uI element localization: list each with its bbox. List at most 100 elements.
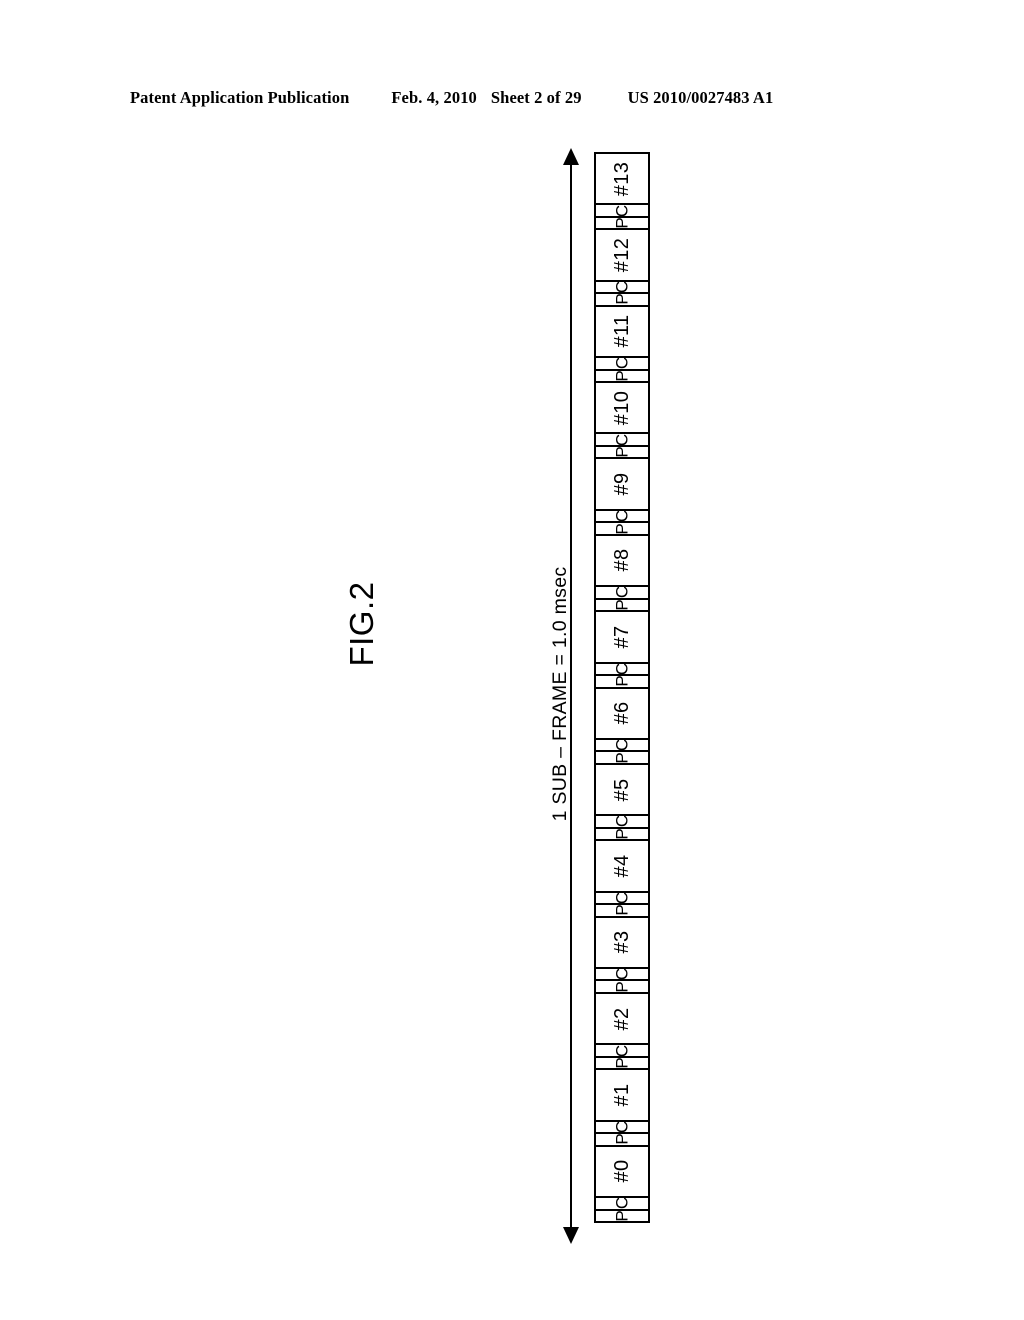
slot-p-label: P xyxy=(612,981,632,992)
slot-c-label: C xyxy=(612,739,632,751)
slot-p-field: P xyxy=(596,1208,648,1222)
slot-label: #11 xyxy=(611,314,633,348)
slot-p-label: P xyxy=(612,675,632,687)
header-sheet-number: Sheet 2 of 29 xyxy=(490,88,582,107)
slot-c-label: C xyxy=(612,816,632,827)
figure-label: FIG.2 xyxy=(343,581,380,667)
slot-c-field: C xyxy=(596,816,648,827)
slot-label: #12 xyxy=(611,237,633,273)
slot-control-pilot-cell: CP xyxy=(596,432,648,457)
slot-body: #7 xyxy=(596,612,648,661)
slot-group: #9 C P xyxy=(596,457,648,534)
slot-p-field: P xyxy=(596,444,648,458)
slot-p-label: P xyxy=(612,599,632,611)
slot-control-pilot-cell: CP xyxy=(596,661,648,687)
slot-control-pilot-cell: CP xyxy=(596,356,648,381)
slot-c-field: C xyxy=(596,511,648,522)
slot-c-label: C xyxy=(612,587,632,598)
slot-c-field: C xyxy=(596,893,648,904)
slot-label: #10 xyxy=(611,390,633,426)
slot-control-pilot-cell: CP xyxy=(596,279,648,305)
slot-label: #6 xyxy=(611,701,633,725)
header-date: Feb. 4, 2010 xyxy=(391,88,477,107)
slot-body: #5 xyxy=(596,765,648,814)
slot-p-label: P xyxy=(612,522,632,534)
slot-p-label: P xyxy=(612,1057,632,1069)
slot-control-pilot-cell: CP xyxy=(596,737,648,763)
slot-control-pilot-cell: CP xyxy=(596,966,648,992)
slot-body: #6 xyxy=(596,689,648,738)
slot-p-label: P xyxy=(612,446,632,458)
slot-c-field: C xyxy=(596,1198,648,1209)
slot-body: #8 xyxy=(596,536,648,585)
slot-group: #5 C P xyxy=(596,762,648,839)
slot-p-field: P xyxy=(596,1132,648,1145)
slot-control-pilot-cell: CP xyxy=(596,1119,648,1145)
slot-group: #2 C P xyxy=(596,991,648,1069)
slot-control-pilot-cell: CP xyxy=(596,814,648,839)
slot-group: #6 C P xyxy=(596,686,648,763)
slot-p-field: P xyxy=(596,674,648,687)
slot-control-pilot-cell: CP xyxy=(596,508,648,534)
slot-group: #4 C P xyxy=(596,839,648,916)
slot-p-field: P xyxy=(596,903,648,916)
slot-c-label: C xyxy=(612,205,632,216)
slot-c-field: C xyxy=(596,1045,648,1056)
slot-body: #12 xyxy=(596,230,648,279)
slot-body: #13 xyxy=(596,154,648,203)
slot-group: #12 C P xyxy=(596,228,648,305)
slot-label: #0 xyxy=(611,1159,633,1183)
slot-group: #1 C P xyxy=(596,1068,648,1145)
slot-p-field: P xyxy=(596,1055,648,1069)
slot-c-label: C xyxy=(612,1045,632,1056)
slot-control-pilot-cell: CP xyxy=(596,890,648,916)
slot-label: #5 xyxy=(611,778,633,802)
slot-label: #9 xyxy=(611,472,633,496)
slot-body: #10 xyxy=(596,383,648,432)
slot-p-field: P xyxy=(596,368,648,382)
slot-p-label: P xyxy=(612,370,632,382)
slot-c-field: C xyxy=(596,664,648,675)
slot-c-label: C xyxy=(612,358,632,369)
slot-group: #7 C P xyxy=(596,610,648,687)
arrow-head-down-icon xyxy=(563,1227,579,1244)
slot-c-field: C xyxy=(596,358,648,369)
slot-p-label: P xyxy=(612,904,632,916)
slot-p-label: P xyxy=(612,1210,632,1222)
slot-c-field: C xyxy=(596,740,648,751)
slot-p-field: P xyxy=(596,597,648,611)
slot-c-label: C xyxy=(612,663,632,675)
subframe-span-arrow-icon xyxy=(562,148,580,1244)
slot-p-label: P xyxy=(612,751,632,763)
slot-c-label: C xyxy=(612,1121,632,1133)
slot-group: #10 C P xyxy=(596,381,648,457)
slot-c-label: C xyxy=(612,968,632,980)
slot-c-label: C xyxy=(612,281,632,293)
slot-group: #8 C P xyxy=(596,533,648,611)
slot-label: #8 xyxy=(611,548,633,572)
arrow-shaft xyxy=(570,156,572,1236)
slot-group: #3 C P xyxy=(596,915,648,992)
page-header: Patent Application Publication Feb. 4, 2… xyxy=(130,88,890,110)
slot-group: #13 C P xyxy=(596,154,648,228)
subframe-slot-column: #13 C P #12 C P #11 C P #10 C P #9 C P #8 C P #7 C P #6 C P #5 C P… xyxy=(594,152,650,1223)
header-publication-title: Patent Application Publication xyxy=(130,88,350,107)
slot-group: #11 C P xyxy=(596,304,648,381)
slot-body: #4 xyxy=(596,841,648,890)
slot-p-field: P xyxy=(596,979,648,992)
slot-c-field: C xyxy=(596,969,648,980)
slot-body: #0 xyxy=(596,1147,648,1196)
slot-p-field: P xyxy=(596,521,648,534)
slot-p-field: P xyxy=(596,750,648,763)
slot-c-label: C xyxy=(612,1198,632,1209)
slot-control-pilot-cell: CP xyxy=(596,1196,648,1221)
slot-p-label: P xyxy=(612,293,632,305)
slot-c-label: C xyxy=(612,892,632,904)
slot-p-field: P xyxy=(596,826,648,840)
slot-c-field: C xyxy=(596,434,648,445)
slot-p-label: P xyxy=(612,828,632,840)
slot-c-field: C xyxy=(596,587,648,598)
slot-label: #4 xyxy=(611,854,633,878)
slot-label: #1 xyxy=(611,1083,633,1107)
slot-body: #1 xyxy=(596,1070,648,1119)
